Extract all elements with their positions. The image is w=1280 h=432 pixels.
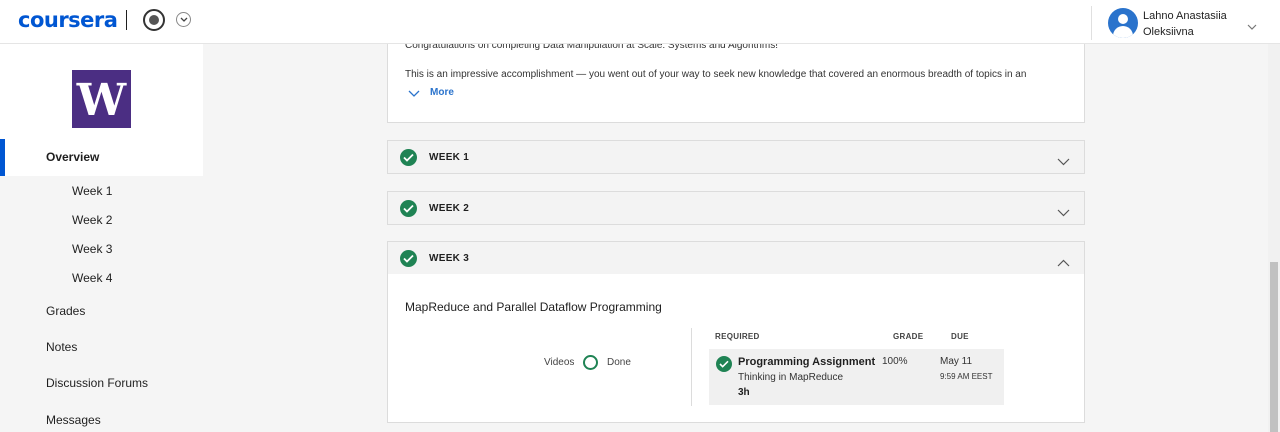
column-header-due: DUE — [951, 332, 969, 341]
university-logo[interactable]: W — [72, 70, 131, 128]
sidebar-item-week-3[interactable]: Week 3 — [72, 242, 112, 256]
assignment-name[interactable]: Programming Assignment — [738, 356, 875, 368]
column-header-grade: GRADE — [893, 332, 924, 341]
sidebar-item-week-1[interactable]: Week 1 — [72, 184, 112, 198]
assignment-due-date: May 11 — [940, 356, 973, 367]
assignment-grade: 100% — [882, 356, 908, 367]
chevron-down-icon[interactable] — [1057, 153, 1070, 171]
header-right-divider — [1091, 6, 1092, 40]
assignment-row[interactable]: Programming Assignment Thinking in MapRe… — [709, 349, 1004, 405]
sidebar-logo-area: W — [0, 44, 203, 139]
chevron-up-icon[interactable] — [1057, 254, 1070, 272]
congratulations-card: Congratulations on completing Data Manip… — [387, 40, 1085, 123]
assignment-subtitle: Thinking in MapReduce — [738, 372, 844, 383]
videos-status: Done — [607, 357, 631, 368]
content-divider — [691, 328, 692, 406]
user-menu-chevron-icon[interactable] — [1247, 18, 1257, 36]
progress-ring-icon — [583, 355, 598, 370]
week-3-title: WEEK 3 — [429, 253, 470, 264]
sidebar-item-overview[interactable]: Overview — [0, 139, 203, 176]
sidebar-item-grades[interactable]: Grades — [46, 304, 85, 318]
videos-label: Videos — [544, 357, 575, 368]
week-2-title: WEEK 2 — [429, 203, 470, 214]
week-3-content: MapReduce and Parallel Dataflow Programm… — [387, 274, 1085, 423]
chevron-down-icon — [408, 90, 420, 97]
university-menu-chevron-icon[interactable] — [176, 12, 191, 27]
sidebar-item-discussion-forums[interactable]: Discussion Forums — [46, 376, 148, 390]
course-sidebar: W Overview Week 1 Week 2 Week 3 Week 4 G… — [0, 44, 203, 432]
completed-check-icon — [400, 200, 417, 217]
coursera-logo[interactable]: coursera — [18, 8, 118, 32]
header-divider — [126, 10, 127, 30]
lesson-title[interactable]: MapReduce and Parallel Dataflow Programm… — [405, 300, 662, 314]
sidebar-item-messages[interactable]: Messages — [46, 413, 101, 427]
sidebar-item-week-4[interactable]: Week 4 — [72, 271, 112, 285]
more-label: More — [430, 87, 454, 98]
sidebar-item-week-2[interactable]: Week 2 — [72, 213, 112, 227]
main-content: Congratulations on completing Data Manip… — [203, 40, 1268, 432]
university-seal-icon[interactable] — [143, 9, 165, 31]
completed-check-icon — [400, 149, 417, 166]
completed-check-icon — [716, 356, 732, 372]
week-1-header[interactable]: WEEK 1 — [387, 140, 1085, 174]
user-name-second: Oleksiivna — [1143, 26, 1194, 38]
week-2-header[interactable]: WEEK 2 — [387, 191, 1085, 225]
user-name[interactable]: Lahno Anastasiia Oleksiivna — [1143, 8, 1243, 40]
page-scrollbar[interactable] — [1268, 44, 1280, 432]
assignment-due-time: 9:59 AM EEST — [940, 372, 993, 381]
assignment-duration: 3h — [738, 387, 750, 398]
chevron-down-icon[interactable] — [1057, 204, 1070, 222]
sidebar-item-notes[interactable]: Notes — [46, 340, 77, 354]
completed-check-icon — [400, 250, 417, 267]
column-header-required: REQUIRED — [715, 332, 760, 341]
sidebar-item-overview-label: Overview — [46, 150, 100, 164]
week-1-title: WEEK 1 — [429, 152, 470, 163]
week-3-header[interactable]: WEEK 3 — [387, 241, 1085, 275]
user-avatar-icon[interactable] — [1108, 8, 1138, 38]
scrollbar-thumb[interactable] — [1270, 262, 1278, 432]
congrats-line-2: This is an impressive accomplishment — y… — [405, 69, 1027, 80]
user-name-first: Lahno Anastasiia — [1143, 10, 1227, 22]
top-header: coursera Lahno Anastasiia Oleksiivna — [0, 0, 1280, 44]
